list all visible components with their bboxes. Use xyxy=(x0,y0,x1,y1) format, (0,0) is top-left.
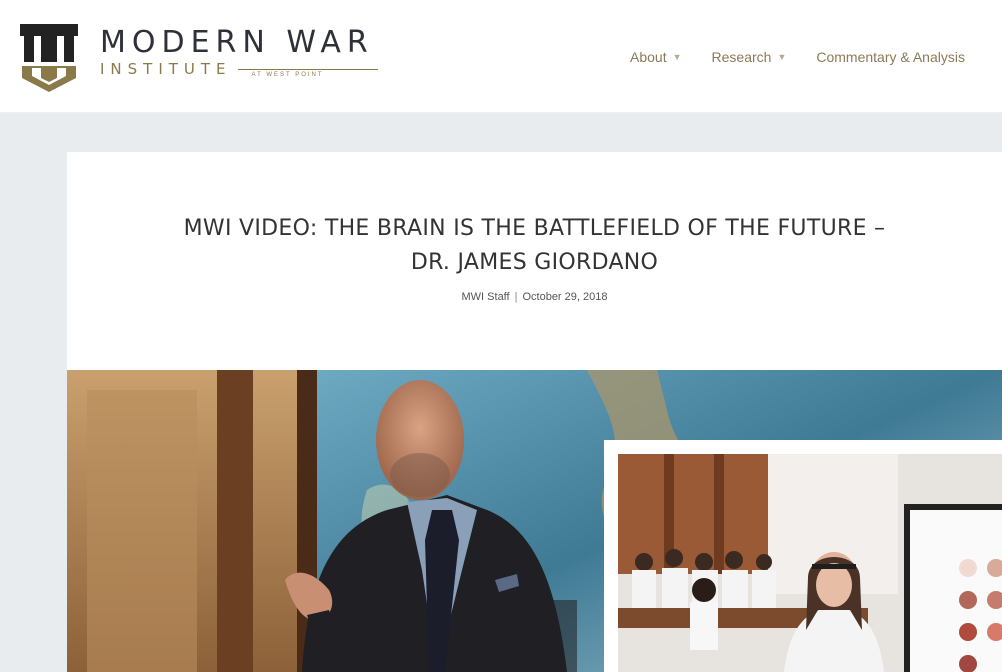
brand-title: MODERN WAR xyxy=(100,25,374,60)
article-meta: MWI Staff | October 29, 2018 xyxy=(67,291,1002,303)
brand-subtitle-row: INSTITUTE AT WEST POINT xyxy=(100,60,378,78)
brand-divider: AT WEST POINT xyxy=(237,68,378,78)
brand-institute: INSTITUTE xyxy=(100,60,232,78)
brand-location: AT WEST POINT xyxy=(251,71,324,78)
nav-item-label: Commentary & Analysis xyxy=(816,49,965,65)
site-header: MODERN WAR INSTITUTE AT WEST POINT About… xyxy=(0,0,1002,113)
chevron-down-icon: ▼ xyxy=(777,52,787,62)
article-title-line-1: MWI VIDEO: THE BRAIN IS THE BATTLEFIELD … xyxy=(183,216,886,241)
nav-item-about[interactable]: About ▼ xyxy=(630,49,682,65)
mwi-logo-icon[interactable] xyxy=(18,22,80,94)
nav-item-label: Research xyxy=(711,49,772,65)
brand-text[interactable]: MODERN WAR INSTITUTE AT WEST POINT xyxy=(100,26,378,78)
nav-item-commentary[interactable]: Commentary & Analysis xyxy=(816,49,965,65)
article-title-line-2: DR. JAMES GIORDANO xyxy=(410,250,659,275)
nav-item-research[interactable]: Research ▼ xyxy=(712,49,787,65)
article-date: October 29, 2018 xyxy=(522,291,608,303)
nav-item-label: About xyxy=(630,49,667,65)
main-nav: About ▼ Research ▼ Commentary & Analysis xyxy=(630,49,965,65)
meta-separator: | xyxy=(514,291,518,303)
article-title: MWI VIDEO: THE BRAIN IS THE BATTLEFIELD … xyxy=(67,212,1002,280)
article-author[interactable]: MWI Staff xyxy=(462,291,510,303)
inset-photo-art xyxy=(604,440,1002,672)
chevron-down-icon: ▼ xyxy=(672,52,682,62)
inset-photo[interactable] xyxy=(604,440,1002,672)
page: MODERN WAR INSTITUTE AT WEST POINT About… xyxy=(0,0,1002,672)
